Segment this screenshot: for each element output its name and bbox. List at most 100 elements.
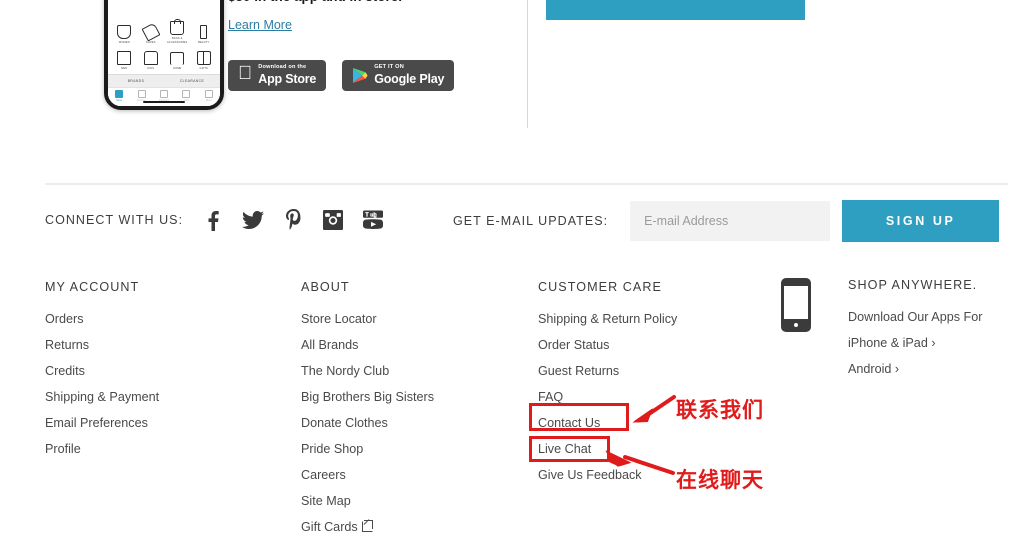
phone-home-indicator: [143, 101, 185, 103]
footer-link-email-preferences[interactable]: Email Preferences: [45, 416, 159, 430]
promo-headline: $50 in the app and in store.: [228, 0, 518, 6]
youtube-icon[interactable]: [362, 208, 384, 232]
footer-link-credits[interactable]: Credits: [45, 364, 159, 378]
google-play-badge[interactable]: GET IT ON Google Play: [342, 60, 455, 91]
footer-link-big-brothers-big-sisters[interactable]: Big Brothers Big Sisters: [301, 390, 434, 404]
google-play-icon: [352, 67, 368, 84]
footer-link-site-map[interactable]: Site Map: [301, 494, 434, 508]
footer-column-title: MY ACCOUNT: [45, 280, 140, 294]
phone-category-label: KIDS: [147, 66, 155, 70]
phone-subtab: BRANDS: [127, 79, 145, 83]
heart-icon: [160, 90, 169, 98]
phone-category-grid: WOMEN SHOES BAGS & ACCESSORIES BEAUTY ME…: [108, 19, 220, 74]
shop-anywhere-subtitle: Download Our Apps For: [848, 310, 983, 324]
gift-icon: [196, 50, 211, 65]
footer-link-live-chat[interactable]: Live Chat: [538, 442, 677, 456]
phone-category-cell: WOMEN: [111, 21, 138, 44]
annotation-text-live-chat: 在线聊天: [676, 468, 764, 492]
footer-link-gift-cards-label: Gift Cards: [301, 520, 358, 534]
footer-divider: [45, 183, 1008, 185]
discover-icon: [137, 90, 146, 98]
phone-mockup-image: WOMEN SHOES BAGS & ACCESSORIES BEAUTY ME…: [104, 0, 224, 110]
footer-link-orders[interactable]: Orders: [45, 312, 159, 326]
dress-icon: [117, 24, 132, 39]
external-link-icon: [361, 520, 373, 532]
phone-category-label: GIFTS: [199, 66, 208, 70]
vertical-divider: [527, 0, 528, 128]
phone-tab-label: More: [206, 99, 212, 102]
phone-tab-bar: Store Discover Favorites Cart More: [108, 87, 220, 106]
phone-home-button: [794, 323, 798, 327]
footer-link-donate-clothes[interactable]: Donate Clothes: [301, 416, 434, 430]
shoe-icon: [141, 22, 161, 41]
instagram-icon[interactable]: [322, 208, 344, 232]
more-icon: [204, 90, 213, 98]
footer-link-profile[interactable]: Profile: [45, 442, 159, 456]
annotation-text-contact-us: 联系我们: [676, 398, 764, 422]
footer-link-order-status[interactable]: Order Status: [538, 338, 677, 352]
connect-with-us-row: CONNECT WITH US:: [45, 208, 384, 232]
home-icon: [170, 51, 185, 65]
footer-link-careers[interactable]: Careers: [301, 468, 434, 482]
footer-link-pride-shop[interactable]: Pride Shop: [301, 442, 434, 456]
sign-up-button[interactable]: SIGN UP: [842, 200, 1000, 242]
footer-link-gift-cards[interactable]: Gift Cards: [301, 520, 434, 534]
phone-category-cell: MEN: [111, 50, 138, 70]
connect-label: CONNECT WITH US:: [45, 213, 184, 227]
footer-link-all-brands[interactable]: All Brands: [301, 338, 434, 352]
phone-category-label: BAGS & ACCESSORIES: [167, 37, 188, 44]
promo-copy: $50 in the app and in store. Learn More: [228, 0, 518, 34]
footer-link-shipping-payment[interactable]: Shipping & Payment: [45, 390, 159, 404]
tie-icon: [117, 50, 132, 65]
footer-link-store-locator[interactable]: Store Locator: [301, 312, 434, 326]
beauty-icon: [200, 24, 208, 39]
footer-link-contact-us[interactable]: Contact Us: [538, 416, 677, 430]
phone-category-cell: BAGS & ACCESSORIES: [164, 19, 191, 44]
social-icon-list: [202, 208, 384, 232]
shop-anywhere-link-iphone-ipad[interactable]: iPhone & iPad ›: [848, 336, 982, 350]
phone-category-cell: BEAUTY: [191, 21, 218, 44]
footer-link-faq[interactable]: FAQ: [538, 390, 677, 404]
footer-link-give-us-feedback[interactable]: Give Us Feedback: [538, 468, 677, 482]
footer-link-shipping-return-policy[interactable]: Shipping & Return Policy: [538, 312, 677, 326]
pinterest-icon[interactable]: [282, 208, 304, 232]
phone-category-cell: KIDS: [138, 50, 165, 70]
phone-subtab-bar: BRANDS CLEARANCE: [108, 74, 220, 87]
shirt-icon: [143, 50, 158, 65]
phone-screen: WOMEN SHOES BAGS & ACCESSORIES BEAUTY ME…: [108, 0, 220, 106]
google-play-badge-big: Google Play: [359, 72, 444, 87]
app-store-badges:  Download on the App Store GET IT ON Go…: [228, 60, 455, 91]
app-store-badge-big: App Store: [244, 72, 316, 87]
footer-column-my-account: MY ACCOUNT Orders Returns Credits Shippi…: [45, 280, 159, 468]
phone-category-cell: GIFTS: [191, 50, 218, 70]
learn-more-link[interactable]: Learn More: [228, 18, 292, 32]
footer-link-nordy-club[interactable]: The Nordy Club: [301, 364, 434, 378]
twitter-icon[interactable]: [242, 208, 265, 232]
footer-column-about: ABOUT Store Locator All Brands The Nordy…: [301, 280, 434, 546]
email-updates-label: GET E-MAIL UPDATES:: [453, 214, 609, 228]
phone-category-cell: SHOES: [138, 21, 165, 44]
shop-anywhere-title: SHOP ANYWHERE.: [848, 278, 978, 292]
shop-anywhere-link-android[interactable]: Android ›: [848, 362, 982, 376]
phone-tab: Store: [108, 90, 130, 102]
email-input[interactable]: [630, 201, 831, 241]
footer-column-customer-care: CUSTOMER CARE Shipping & Return Policy O…: [538, 280, 677, 494]
footer-link-returns[interactable]: Returns: [45, 338, 159, 352]
cart-icon: [182, 90, 191, 98]
footer-column-title: ABOUT: [301, 280, 350, 294]
app-store-badge-small: Download on the: [244, 64, 306, 71]
mobile-phone-icon: [781, 278, 811, 332]
phone-category-label: BEAUTY: [198, 40, 210, 44]
footer-link-guest-returns[interactable]: Guest Returns: [538, 364, 677, 378]
app-promo-section: WOMEN SHOES BAGS & ACCESSORIES BEAUTY ME…: [0, 0, 1017, 170]
phone-tab: More: [198, 90, 220, 102]
phone-category-cell: HOME: [164, 51, 191, 70]
phone-category-label: HOME: [173, 66, 182, 70]
shop-anywhere-text: SHOP ANYWHERE. Download Our Apps For iPh…: [848, 278, 982, 388]
app-store-badge[interactable]:  Download on the App Store: [228, 60, 327, 91]
phone-tab-label: Store: [116, 99, 123, 102]
phone-category-label: MEN: [121, 66, 128, 70]
facebook-icon[interactable]: [202, 208, 224, 232]
bag-icon: [170, 19, 185, 36]
email-signup-row: GET E-MAIL UPDATES: SIGN UP: [453, 200, 1000, 242]
